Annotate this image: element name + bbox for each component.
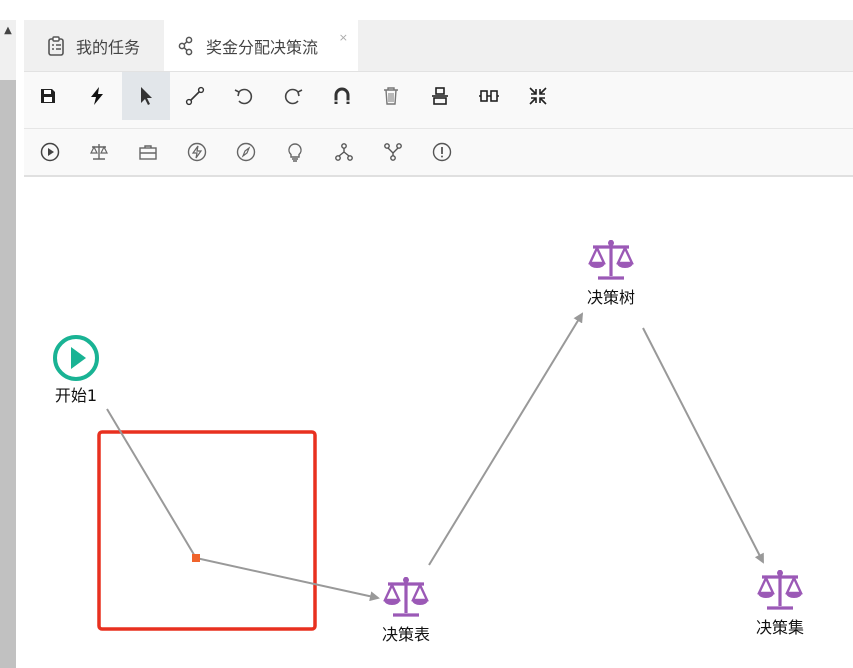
tab-bonus-decision-flow[interactable]: 奖金分配决策流 × [164,20,358,71]
scroll-up-arrow-icon[interactable]: ▲ [0,20,16,42]
scrollbar-thumb[interactable] [0,80,16,668]
scale-icon [90,144,108,160]
delete-button[interactable] [367,72,415,120]
add-decision-node-button[interactable] [75,129,123,175]
trash-icon [384,87,398,105]
fit-to-screen-button[interactable] [514,72,562,120]
selection-box[interactable] [97,430,317,631]
start-node[interactable]: 开始1 [44,334,108,406]
tab-label: 奖金分配决策流 [206,37,319,57]
play-circle-icon [53,335,99,381]
play-circle-icon [40,142,60,162]
add-fork-node-button[interactable] [320,129,368,175]
add-action-node-button[interactable] [124,129,172,175]
edge-decision-tree-to-decision-set[interactable] [642,327,764,564]
undo-icon [234,88,253,105]
scale-icon [757,570,803,610]
scale-icon [383,577,429,617]
exclamation-circle-icon [432,142,452,162]
join-icon [384,143,402,161]
fork-icon [335,143,353,161]
close-icon[interactable]: × [339,32,348,43]
add-end-node-button[interactable] [418,129,466,175]
add-start-node-button[interactable] [26,129,74,175]
edge-bend-handle[interactable] [192,554,200,562]
edges-layer [97,312,764,631]
connect-tool-button[interactable] [171,72,219,120]
lightning-circle-icon [187,142,207,162]
align-horizontal-icon [479,90,499,102]
node-label: 开始1 [54,386,98,405]
lightning-icon [91,87,103,105]
redo-icon [284,88,303,105]
node-palette-toolbar [24,129,853,177]
magnet-icon [334,87,350,104]
node-label: 决策树 [586,288,635,307]
save-button[interactable] [24,72,72,120]
add-script-node-button[interactable] [222,129,270,175]
node-label: 决策表 [381,625,430,644]
decision-set-node[interactable]: 决策集 [748,566,812,638]
left-scrollbar[interactable]: ▲ [0,20,16,668]
save-icon [41,89,55,103]
main-toolbar [24,72,853,129]
select-tool-button[interactable] [122,72,170,120]
compress-icon [529,87,547,105]
edge-decision-table-to-decision-tree[interactable] [428,312,584,566]
flow-icon [176,36,196,56]
clipboard-icon [46,35,66,56]
tab-bar: 我的任务 奖金分配决策流 × [24,20,853,72]
tab-my-tasks[interactable]: 我的任务 [34,20,166,71]
edge-start-to-decision-table[interactable] [106,408,380,602]
add-rule-node-button[interactable] [271,129,319,175]
node-label: 决策集 [755,618,804,637]
decision-table-node[interactable]: 决策表 [374,573,438,645]
snap-button[interactable] [318,72,366,120]
undo-button[interactable] [220,72,268,120]
briefcase-icon [139,145,157,160]
add-event-node-button[interactable] [173,129,221,175]
bulb-icon [288,143,302,162]
pointer-icon [141,87,152,105]
flow-canvas[interactable]: 开始1 决策表 决策树 决策集 [24,177,853,668]
align-horizontal-button[interactable] [465,72,513,120]
align-vertical-icon [432,87,448,105]
add-join-node-button[interactable] [369,129,417,175]
align-vertical-button[interactable] [416,72,464,120]
compass-icon [236,142,256,162]
redo-button[interactable] [269,72,317,120]
decision-tree-node[interactable]: 决策树 [579,236,643,308]
tab-label: 我的任务 [76,37,141,57]
scale-icon [588,240,634,280]
run-button[interactable] [73,72,121,120]
line-connect-icon [185,86,205,106]
